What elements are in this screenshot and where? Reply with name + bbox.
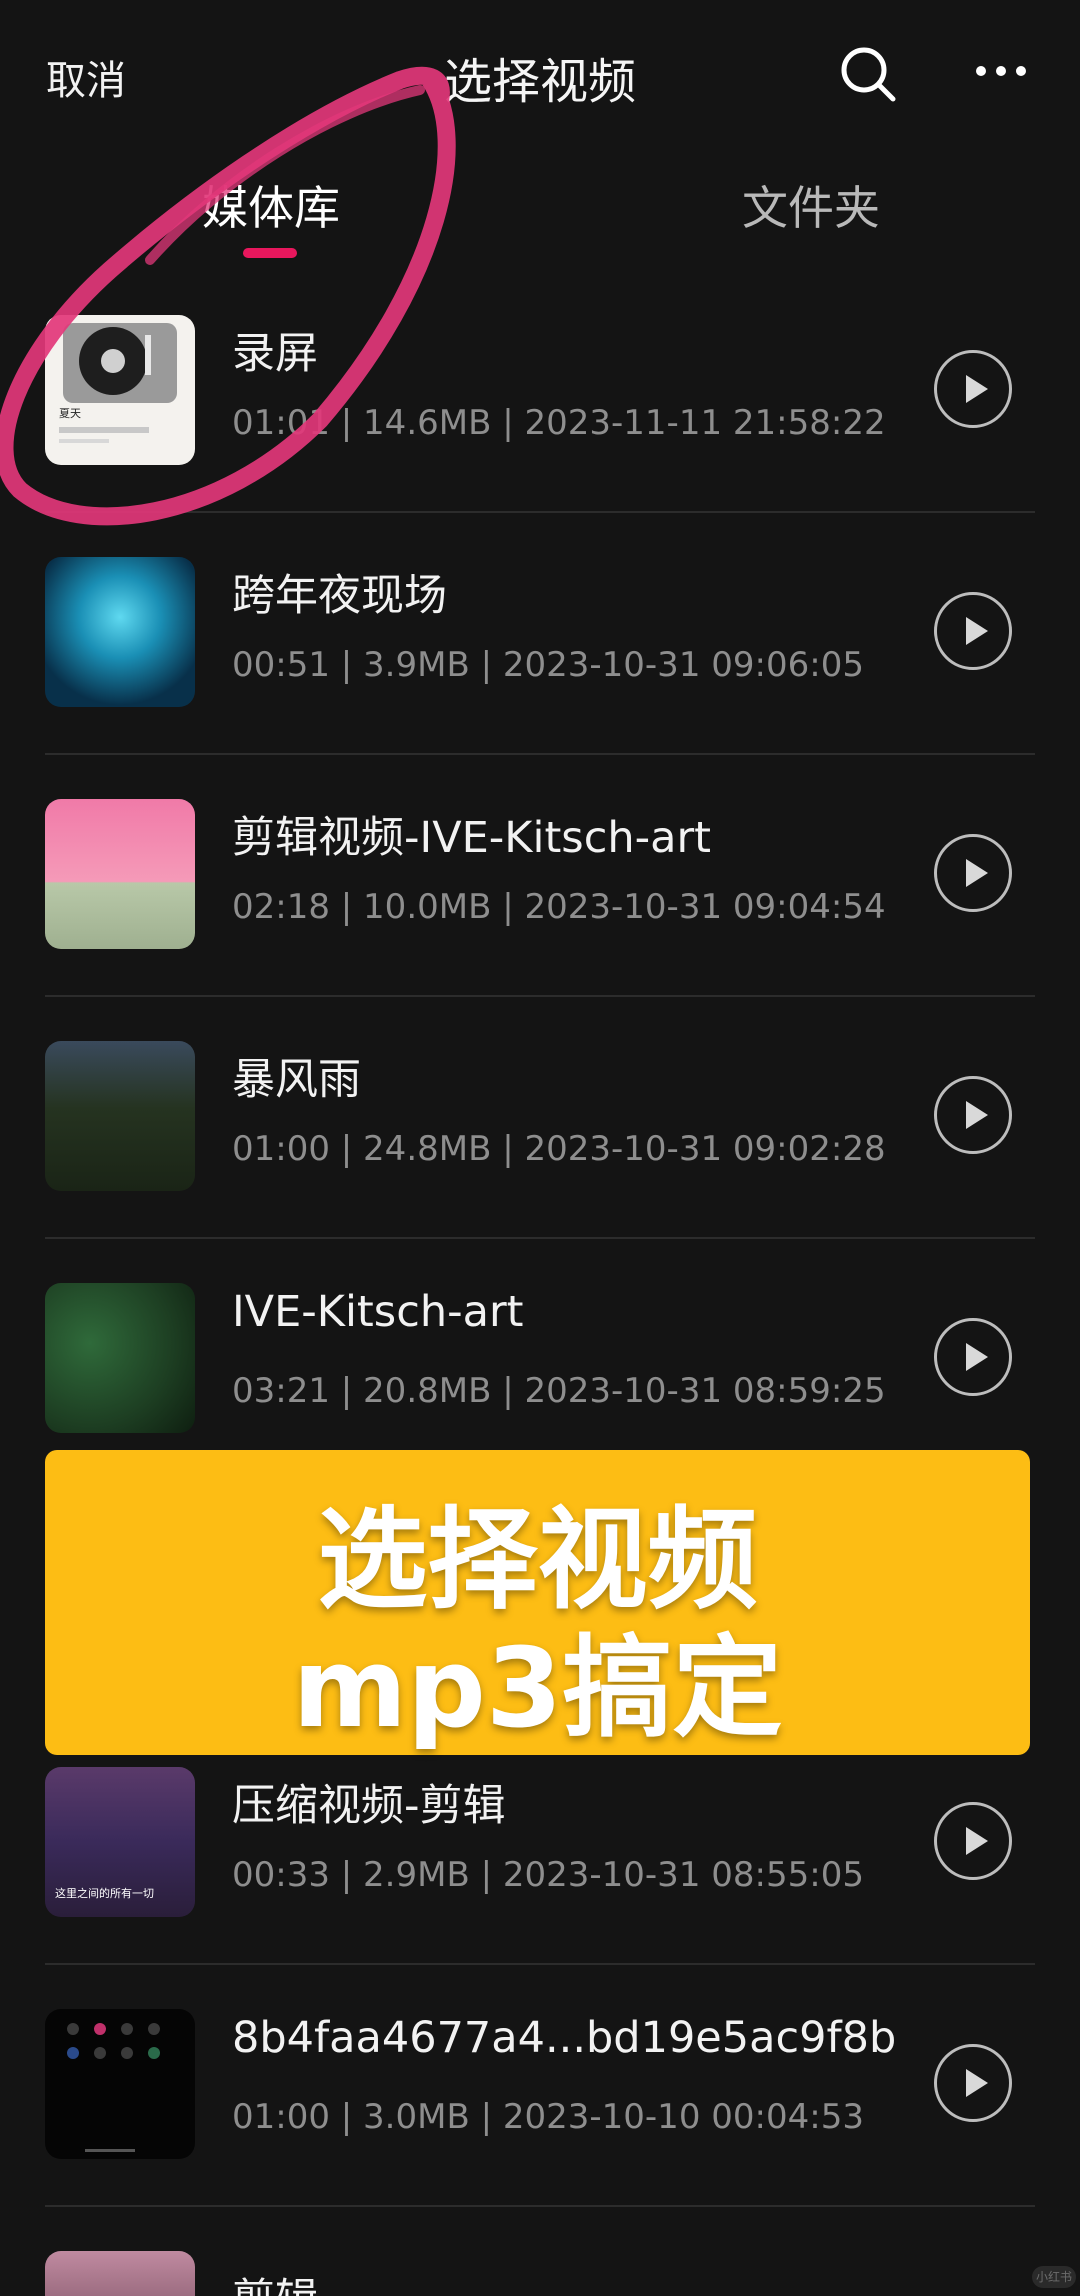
video-meta: 01:01 | 14.6MB | 2023-11-11 21:58:22 [232,403,886,443]
active-tab-indicator [243,248,297,258]
video-title: 剪辑 [232,2265,318,2296]
app-grid-thumbnail [67,2023,160,2152]
video-title: 压缩视频-剪辑 [232,1781,506,1831]
video-item[interactable]: 跨年夜现场 00:51 | 3.9MB | 2023-10-31 09:06:0… [0,557,1080,799]
play-button[interactable] [934,1802,1012,1880]
play-icon [966,859,988,887]
video-title: 剪辑视频-IVE-Kitsch-art [232,813,712,863]
video-item[interactable]: 暴风雨 01:00 | 24.8MB | 2023-10-31 09:02:28 [0,1041,1080,1283]
video-item[interactable]: 这里之间的所有一切 压缩视频-剪辑 00:33 | 2.9MB | 2023-1… [0,1767,1080,2009]
video-item[interactable]: 剪辑视频-IVE-Kitsch-art 02:18 | 10.0MB | 202… [0,799,1080,1041]
video-thumbnail: 这里之间的所有一切 [45,1767,195,1917]
search-icon[interactable] [838,44,898,104]
play-icon [966,1343,988,1371]
video-thumbnail [45,557,195,707]
video-title: 暴风雨 [232,1055,361,1105]
video-title: 跨年夜现场 [232,571,447,621]
video-meta: 03:21 | 20.8MB | 2023-10-31 08:59:25 [232,1371,886,1411]
record-label: 夏天 [59,407,81,420]
play-button[interactable] [934,350,1012,428]
play-icon [966,1101,988,1129]
play-button[interactable] [934,2044,1012,2122]
divider [45,511,1035,513]
video-meta: 02:18 | 10.0MB | 2023-10-31 09:04:54 [232,887,886,927]
play-button[interactable] [934,592,1012,670]
play-button[interactable] [934,1076,1012,1154]
video-meta: 01:00 | 24.8MB | 2023-10-31 09:02:28 [232,1129,886,1169]
video-meta: 00:33 | 2.9MB | 2023-10-31 08:55:05 [232,1855,864,1895]
play-icon [966,1827,988,1855]
play-icon [966,375,988,403]
play-icon [966,617,988,645]
play-button[interactable] [934,834,1012,912]
tab-media-library[interactable]: 媒体库 [202,172,340,238]
video-title: IVE-Kitsch-art [232,1287,524,1337]
video-meta: 01:00 | 3.0MB | 2023-10-10 00:04:53 [232,2097,864,2137]
divider [45,1963,1035,1965]
video-thumbnail [45,799,195,949]
play-icon [966,2069,988,2097]
record-player-thumbnail: 夏天 [59,323,177,443]
tab-folder[interactable]: 文件夹 [742,172,880,238]
promo-banner: 选择视频 mp3搞定 [45,1450,1030,1755]
video-meta: 00:51 | 3.9MB | 2023-10-31 09:06:05 [232,645,864,685]
more-options-icon[interactable] [975,56,1027,86]
watermark: 小红书 [1032,2266,1076,2288]
banner-line-2: mp3搞定 [292,1624,783,1752]
divider [45,995,1035,997]
top-bar: 取消 选择视频 [0,0,1080,150]
video-title: 8b4faa4677a4...bd19e5ac9f8b [232,2013,897,2063]
divider [45,2205,1035,2207]
divider [45,753,1035,755]
video-item[interactable]: 剪辑 [0,2251,1080,2296]
video-title: 录屏 [232,329,318,379]
thumbnail-caption: 这里之间的所有一切 [55,1887,154,1900]
video-thumbnail [45,1041,195,1191]
divider [45,1237,1035,1239]
video-thumbnail: 夏天 [45,315,195,465]
page-title: 选择视频 [443,54,636,110]
video-thumbnail [45,1283,195,1433]
video-thumbnail [45,2251,195,2296]
video-item[interactable]: 8b4faa4677a4...bd19e5ac9f8b 01:00 | 3.0M… [0,2009,1080,2251]
video-item[interactable]: 夏天 录屏 01:01 | 14.6MB | 2023-11-11 21:58:… [0,315,1080,557]
video-thumbnail [45,2009,195,2159]
play-button[interactable] [934,1318,1012,1396]
